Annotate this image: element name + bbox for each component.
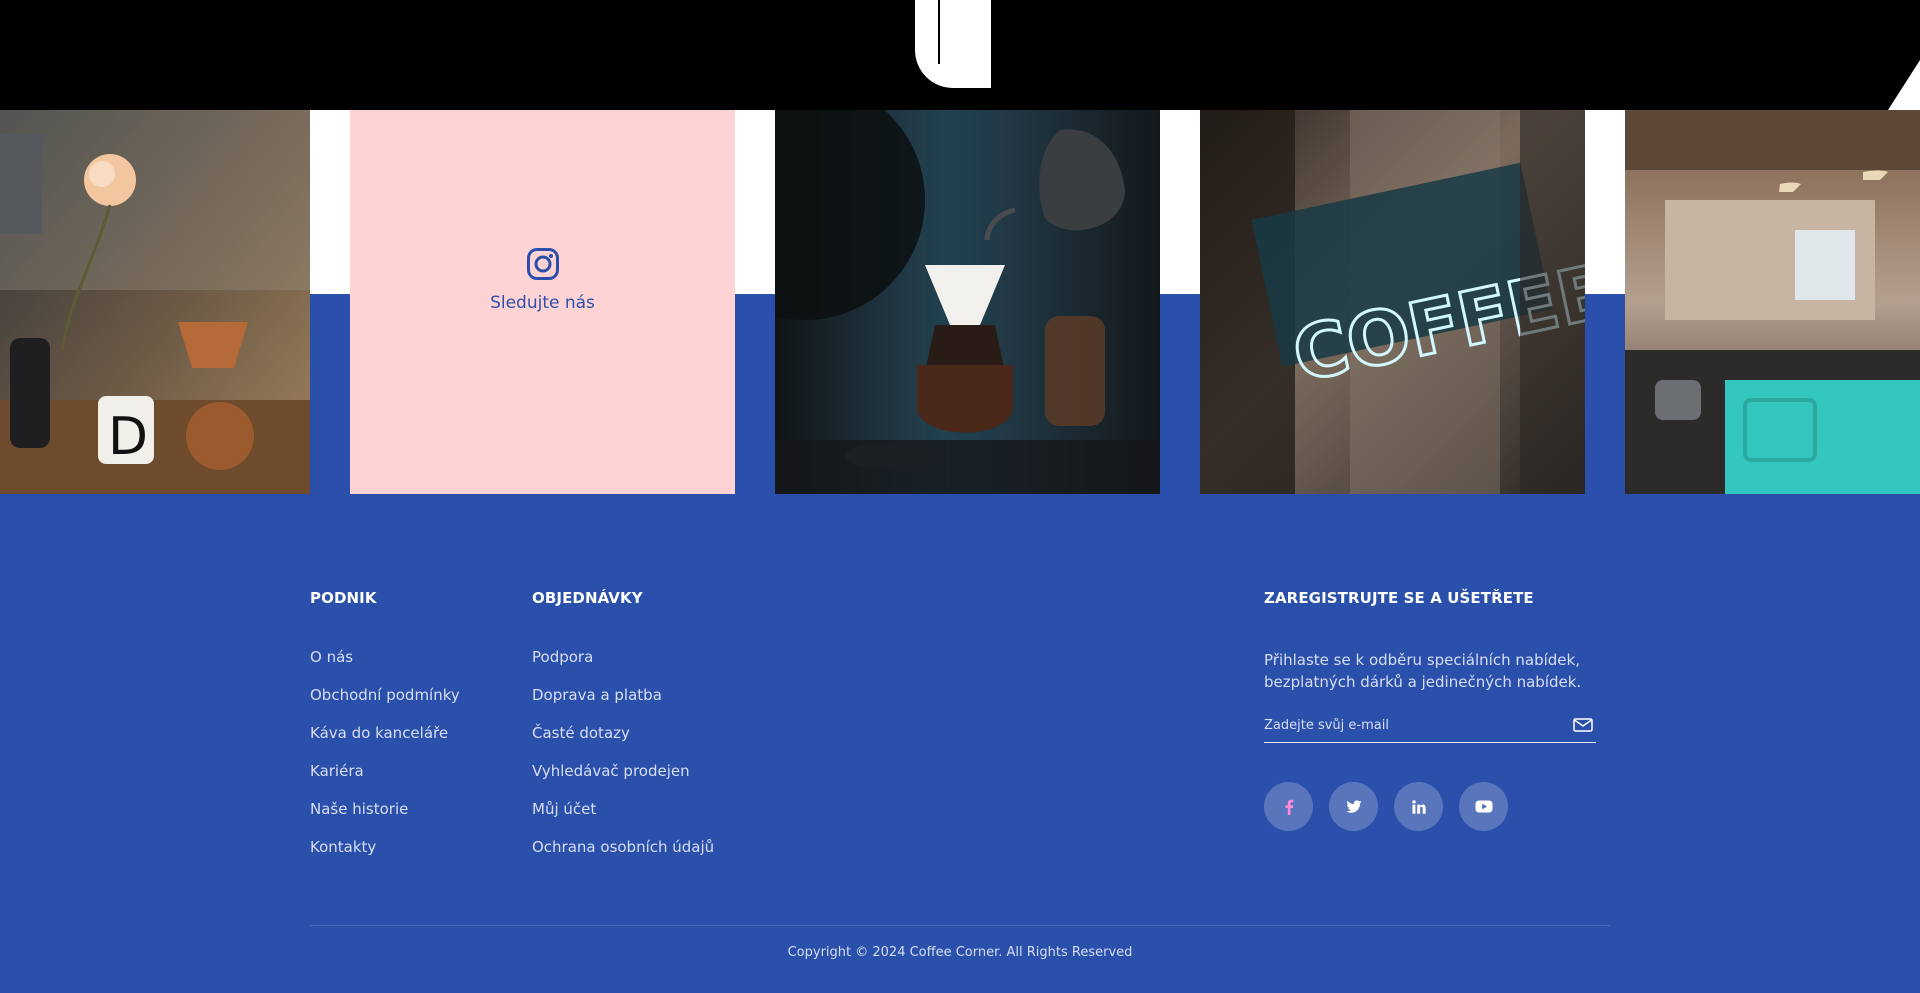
signup-title: ZAREGISTRUJTE SE A UŠETŘETE <box>1264 589 1534 607</box>
instagram-follow-tile[interactable]: Sledujte nás <box>350 110 735 494</box>
footer-link-store-finder[interactable]: Vyhledávač prodejen <box>532 762 714 800</box>
footer-link-careers[interactable]: Kariéra <box>310 762 460 800</box>
footer-link-contacts[interactable]: Kontakty <box>310 838 460 876</box>
company-column-title: PODNIK <box>310 589 377 607</box>
instagram-photo-neon-sign[interactable]: COFFEE <box>1200 110 1585 494</box>
youtube-button[interactable] <box>1459 782 1508 831</box>
footer-link-faq[interactable]: Časté dotazy <box>532 724 714 762</box>
footer-link-terms[interactable]: Obchodní podmínky <box>310 686 460 724</box>
newsletter-form <box>1264 712 1596 743</box>
instagram-photo-pour-over[interactable] <box>775 110 1160 494</box>
linkedin-icon <box>1411 799 1426 814</box>
top-right-corner-shape <box>1888 60 1920 110</box>
footer-link-support[interactable]: Podpora <box>532 648 714 686</box>
facebook-button[interactable] <box>1264 782 1313 831</box>
footer-divider <box>310 925 1610 926</box>
facebook-icon <box>1285 799 1293 815</box>
footer-link-about[interactable]: O nás <box>310 648 460 686</box>
instagram-follow-label: Sledujte nás <box>490 293 595 313</box>
orders-column-title: OBJEDNÁVKY <box>532 589 643 607</box>
footer-link-my-account[interactable]: Můj účet <box>532 800 714 838</box>
svg-text:D: D <box>108 407 148 467</box>
twitter-button[interactable] <box>1329 782 1378 831</box>
instagram-photo-cafe-interior[interactable] <box>1625 110 1920 494</box>
top-shape-notch <box>938 0 940 64</box>
signup-description: Přihlaste se k odběru speciálních nabíde… <box>1264 651 1582 691</box>
orders-links: Podpora Doprava a platba Časté dotazy Vy… <box>532 648 714 876</box>
social-links <box>1264 782 1508 831</box>
email-input[interactable] <box>1264 712 1554 738</box>
instagram-photo-coffee-setup[interactable]: D <box>0 110 310 494</box>
twitter-icon <box>1345 799 1361 813</box>
footer-link-office-coffee[interactable]: Káva do kanceláře <box>310 724 460 762</box>
top-white-shape <box>915 0 991 88</box>
instagram-icon <box>526 248 559 280</box>
footer-link-privacy[interactable]: Ochrana osobních údajů <box>532 838 714 876</box>
footer-link-history[interactable]: Naše historie <box>310 800 460 838</box>
youtube-icon <box>1475 800 1492 813</box>
footer-link-shipping-payment[interactable]: Doprava a platba <box>532 686 714 724</box>
company-links: O nás Obchodní podmínky Káva do kancelář… <box>310 648 460 876</box>
copyright-text: Copyright © 2024 Coffee Corner. All Righ… <box>787 945 1133 960</box>
mail-icon[interactable] <box>1572 716 1594 734</box>
linkedin-button[interactable] <box>1394 782 1443 831</box>
